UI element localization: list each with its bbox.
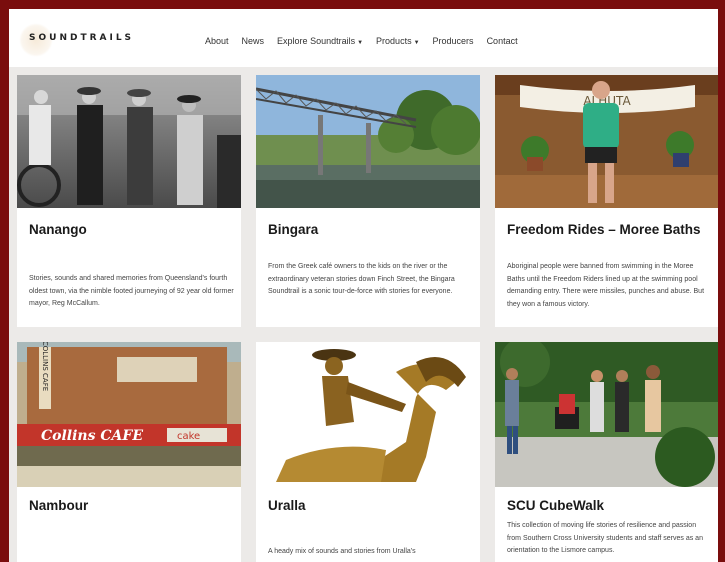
main-nav: About News Explore Soundtrails ▼ Products… — [205, 36, 518, 46]
nav-products-label: Products — [376, 36, 412, 46]
nav-products[interactable]: Products ▼ — [376, 36, 419, 46]
card-description: A heady mix of sounds and stories from U… — [268, 548, 416, 555]
card-image-nambour[interactable]: COLLINS CAFE Collins CAFE cake — [17, 342, 241, 487]
vertical-sign-text: COLLINS CAFE — [41, 342, 49, 391]
scu-cubewalk-photo — [495, 342, 718, 487]
site-logo[interactable]: SOUNDTRAILS — [29, 33, 134, 43]
card-title[interactable]: Freedom Rides – Moree Baths — [507, 221, 712, 239]
card-freedom-rides[interactable]: ALHUTA Freedom Rides – Moree Baths Abori… — [495, 75, 718, 327]
card-image-scu-cubewalk[interactable] — [495, 342, 718, 487]
caret-down-icon: ▼ — [413, 40, 420, 46]
card-title[interactable]: Nanango — [29, 221, 234, 239]
nav-about[interactable]: About — [205, 36, 229, 46]
nav-contact[interactable]: Contact — [487, 36, 518, 46]
card-nambour[interactable]: COLLINS CAFE Collins CAFE cake Nambour — [17, 342, 241, 562]
card-image-nanango[interactable] — [17, 75, 241, 208]
card-title[interactable]: Bingara — [268, 221, 473, 239]
card-description: From the Greek café owners to the kids o… — [268, 263, 455, 295]
nanango-photo — [17, 75, 241, 208]
page: SOUNDTRAILS About News Explore Soundtrai… — [9, 9, 718, 562]
card-title[interactable]: SCU CubeWalk — [507, 497, 712, 515]
card-image-freedom-rides[interactable]: ALHUTA — [495, 75, 718, 208]
bingara-photo — [256, 75, 480, 208]
card-uralla[interactable]: Uralla A heady mix of sounds and stories… — [256, 342, 480, 562]
nav-producers[interactable]: Producers — [433, 36, 474, 46]
card-bingara[interactable]: Bingara From the Greek café owners to th… — [256, 75, 480, 327]
card-title[interactable]: Nambour — [29, 497, 234, 515]
nav-explore-label: Explore Soundtrails — [277, 36, 356, 46]
card-image-bingara[interactable] — [256, 75, 480, 208]
card-scu-cubewalk[interactable]: SCU CubeWalk This collection of moving l… — [495, 342, 718, 562]
card-title[interactable]: Uralla — [268, 497, 473, 515]
freedom-rides-photo: ALHUTA — [495, 75, 718, 208]
card-image-uralla[interactable] — [256, 342, 480, 487]
card-description: This collection of moving life stories o… — [507, 522, 703, 554]
nav-news[interactable]: News — [242, 36, 265, 46]
nambour-photo: COLLINS CAFE Collins CAFE cake — [17, 342, 241, 487]
nav-explore-soundtrails[interactable]: Explore Soundtrails ▼ — [277, 36, 363, 46]
card-description: Aboriginal people were banned from swimm… — [507, 263, 705, 308]
caret-down-icon: ▼ — [357, 40, 364, 46]
uralla-statue-photo — [256, 342, 480, 487]
header: SOUNDTRAILS About News Explore Soundtrai… — [9, 9, 718, 67]
card-nanango[interactable]: Nanango Stories, sounds and shared memor… — [17, 75, 241, 327]
cake-sign-text: cake — [177, 431, 200, 442]
card-description: Stories, sounds and shared memories from… — [29, 275, 234, 307]
cafe-sign-text: Collins CAFE — [41, 428, 143, 444]
